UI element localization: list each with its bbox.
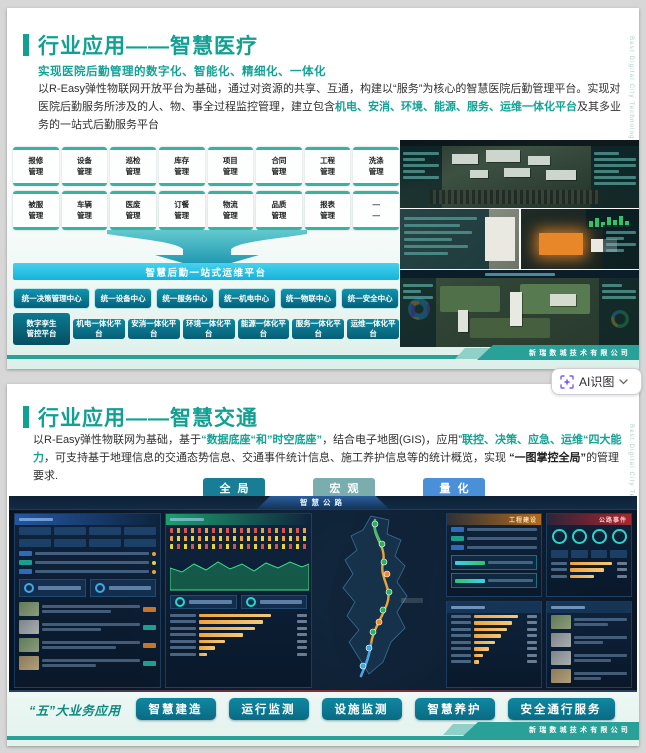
company-footer-band: 新瑞数城技术有限公司 bbox=[477, 345, 639, 360]
event-photos-panel bbox=[546, 601, 632, 688]
slide-subtitle: 实现医院后勤管理的数字化、智能化、精细化、一体化 bbox=[38, 66, 326, 78]
center-pill: 统一服务中心 bbox=[156, 288, 214, 309]
dashboard-title: 智慧公路 bbox=[257, 496, 389, 509]
center-pill: 统一机电中心 bbox=[217, 288, 276, 309]
slide-title-block: 行业应用——智慧医疗 bbox=[23, 30, 258, 60]
biz-button: 运行监测 bbox=[228, 698, 309, 720]
platform-button: 能源一体化平台 bbox=[237, 319, 290, 339]
engineering-panel: 工程建设 bbox=[446, 513, 542, 597]
center-pill: 统一设备中心 bbox=[94, 288, 153, 309]
module-cell: — — bbox=[353, 191, 399, 230]
center-pill: 统一安全中心 bbox=[341, 288, 400, 309]
screenshot-titlebar bbox=[400, 270, 639, 278]
module-cell: 品质 管理 bbox=[256, 191, 302, 230]
building-detail-screenshot bbox=[400, 209, 639, 269]
mode-button-macro: 宏观 bbox=[313, 478, 375, 498]
platform-button: 服务一体化平台 bbox=[292, 319, 345, 339]
business-applications-row: “五”大业务应用 智慧建造 运行监测 设施监测 智慧养护 安全通行服务 bbox=[29, 698, 615, 720]
building-right-view bbox=[520, 209, 639, 269]
slide-smart-healthcare: 行业应用——智慧医疗 实现医院后勤管理的数字化、智能化、精细化、一体化 以R-E… bbox=[7, 8, 639, 369]
module-cell: 物流 管理 bbox=[207, 191, 254, 230]
campus-aerial-screenshot bbox=[400, 140, 639, 208]
module-cell: 设备 管理 bbox=[61, 147, 108, 186]
ai-scan-icon bbox=[560, 374, 574, 389]
title-accent-bar bbox=[23, 406, 29, 428]
chevron-down-icon bbox=[619, 378, 628, 384]
road-maintenance-panel bbox=[165, 513, 312, 688]
platform-banner: 智慧后勤一站式运维平台 bbox=[13, 263, 399, 280]
ai-vision-button[interactable]: AI识图 bbox=[551, 368, 642, 395]
unified-centers-row: 统一决策管理中心 统一设备中心 统一服务中心 统一机电中心 统一物联中心 统一安… bbox=[13, 288, 400, 309]
hud-data-table bbox=[400, 209, 489, 269]
road-assets-panel bbox=[14, 513, 161, 688]
module-cell: 洗涤 管理 bbox=[353, 147, 399, 186]
dashboard-bottom-edge bbox=[9, 690, 637, 692]
module-cell: 车辆 管理 bbox=[61, 191, 108, 230]
gis-map bbox=[327, 512, 437, 686]
company-footer-band: 新瑞数城技术有限公司 bbox=[462, 722, 639, 737]
biz-button: 设施监测 bbox=[321, 698, 402, 720]
slide-body-text: 以R-Easy弹性物联网开放平台为基础，通过对资源的共享、互通，构建以“服务”为… bbox=[38, 83, 621, 131]
hospital-dashboard-screenshots bbox=[400, 140, 639, 348]
slide-smart-transport: 行业应用——智慧交通 以R-Easy弹性物联网为基础，基于“数据底座“和”时空底… bbox=[7, 384, 639, 746]
hud-right-strip bbox=[599, 278, 639, 347]
biz-button: 智慧养护 bbox=[414, 698, 495, 720]
slide-title-block: 行业应用——智慧交通 bbox=[23, 402, 258, 432]
module-cell: 被服 管理 bbox=[13, 191, 59, 230]
integrated-platforms-row: 数字孪生 管控平台 机电一体化平台 安消一体化平台 环境一体化平台 能源一体化平… bbox=[13, 313, 399, 345]
hospital-module-grid: 报修 管理 设备 管理 巡检 管理 库存 管理 项目 管理 合同 管理 工程 管… bbox=[13, 147, 399, 230]
building-left-view bbox=[400, 209, 521, 269]
module-cell: 报修 管理 bbox=[13, 147, 59, 186]
highlighted-building bbox=[538, 233, 583, 255]
smart-highway-dashboard-screenshot: 智慧公路 工程建设 公路事件 bbox=[9, 496, 637, 692]
ai-button-label: AI识图 bbox=[579, 375, 615, 389]
traffic-area-chart bbox=[170, 561, 309, 591]
hud-right-strip bbox=[603, 225, 639, 269]
module-cell: 工程 管理 bbox=[304, 147, 351, 186]
panel-header-events: 公路事件 bbox=[547, 514, 631, 525]
safety-management-panel bbox=[446, 601, 542, 688]
panel-header bbox=[166, 514, 311, 525]
panel-header bbox=[447, 602, 541, 613]
panel-header bbox=[15, 514, 160, 525]
hud-left-strip bbox=[400, 278, 436, 347]
page-title: 行业应用——智慧交通 bbox=[38, 407, 258, 430]
module-cell: 库存 管理 bbox=[158, 147, 205, 186]
kpi-rings bbox=[547, 525, 631, 548]
title-accent-bar bbox=[23, 34, 29, 56]
module-cell: 合同 管理 bbox=[256, 147, 302, 186]
module-cell: 项目 管理 bbox=[207, 147, 254, 186]
campus-overview-screenshot bbox=[400, 270, 639, 347]
footer-accent-line bbox=[7, 355, 485, 359]
page-title: 行业应用——智慧医疗 bbox=[38, 35, 258, 58]
platform-button: 安消一体化平台 bbox=[127, 319, 180, 339]
module-cell: 订餐 管理 bbox=[158, 191, 205, 230]
platform-button: 数字孪生 管控平台 bbox=[13, 313, 71, 345]
module-cell: 报表 管理 bbox=[304, 191, 351, 230]
platform-button: 机电一体化平台 bbox=[73, 319, 125, 339]
mode-button-quantify: 量化 bbox=[423, 478, 485, 498]
mode-button-global: 全局 bbox=[203, 478, 265, 498]
business-label: “五”大业务应用 bbox=[29, 703, 121, 718]
platform-button: 运维一体化平台 bbox=[347, 319, 399, 339]
railway-tracks bbox=[430, 190, 599, 204]
biz-button: 智慧建造 bbox=[135, 698, 216, 720]
panel-header bbox=[547, 602, 631, 613]
panel-header-engineering: 工程建设 bbox=[447, 514, 541, 525]
module-cell: 医废 管理 bbox=[110, 191, 156, 230]
module-cell: 巡检 管理 bbox=[110, 147, 156, 186]
biz-button: 安全通行服务 bbox=[507, 698, 615, 720]
highway-events-panel: 公路事件 bbox=[546, 513, 632, 597]
center-pill: 统一决策管理中心 bbox=[13, 288, 91, 309]
platform-button: 环境一体化平台 bbox=[182, 319, 235, 339]
center-pill: 统一物联中心 bbox=[279, 288, 338, 309]
